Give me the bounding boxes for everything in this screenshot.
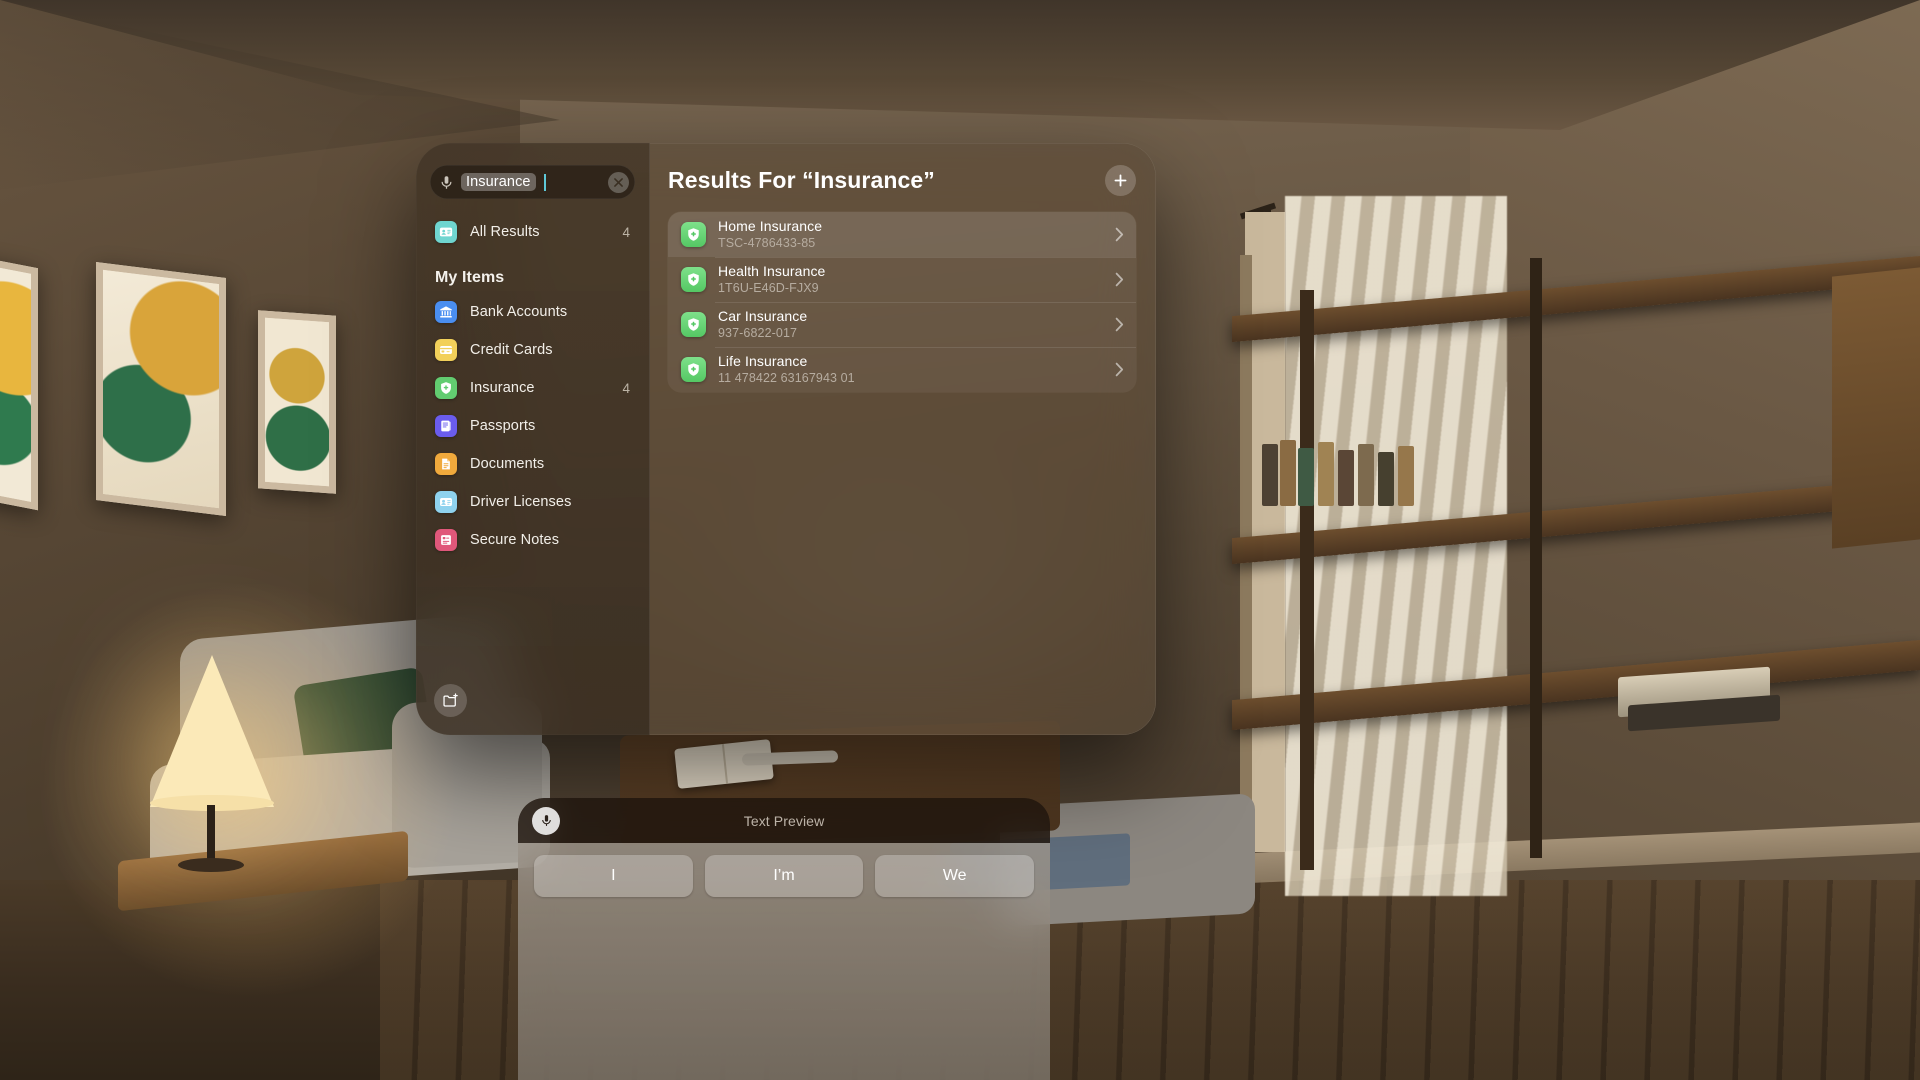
result-subtitle: 1T6U-E46D-FJX9 (718, 281, 819, 296)
sidebar-item-all-results[interactable]: All Results 4 (426, 213, 639, 251)
sidebar-item-label: Passports (470, 418, 536, 434)
virtual-keyboard: Text Preview I I’m We (518, 798, 1050, 1080)
sidebar-item-secure-notes[interactable]: Secure Notes (426, 521, 639, 559)
sidebar-item-driver-licenses[interactable]: Driver Licenses (426, 483, 639, 521)
table-row[interactable]: Health Insurance 1T6U-E46D-FJX9 (668, 257, 1136, 302)
results-panel: Results For “Insurance” Home Insurance T… (650, 143, 1156, 735)
contact-card-icon (435, 221, 457, 243)
book (1262, 444, 1278, 506)
credit-card-icon (435, 339, 457, 361)
sidebar-item-insurance[interactable]: Insurance 4 (426, 369, 639, 407)
result-name: Health Insurance (718, 262, 826, 279)
microphone-icon[interactable] (439, 175, 454, 190)
book (1378, 452, 1394, 506)
sidebar-item-label: Driver Licenses (470, 494, 572, 510)
sidebar-items-list: Bank Accounts Credit Cards Insurance 4 P… (416, 293, 649, 559)
suggestion-button[interactable]: I (534, 855, 693, 897)
search-field[interactable]: Insurance (430, 165, 635, 199)
lamp-shade (150, 655, 274, 811)
sidebar-item-credit-cards[interactable]: Credit Cards (426, 331, 639, 369)
wall-art-3 (258, 310, 336, 494)
sidebar-item-label: All Results (470, 224, 540, 240)
chevron-right-icon (1115, 317, 1124, 332)
sidebar: Insurance All Results 4 My Items Bank Ac… (416, 143, 650, 735)
document-icon (435, 453, 457, 475)
book (1280, 440, 1296, 506)
sidebar-item-passports[interactable]: Passports (426, 407, 639, 445)
bookshelf-post-right (1530, 258, 1542, 858)
sidebar-item-bank-accounts[interactable]: Bank Accounts (426, 293, 639, 331)
book (1298, 448, 1314, 506)
table-row[interactable]: Car Insurance 937-6822-017 (668, 302, 1136, 347)
chevron-right-icon (1115, 272, 1124, 287)
bookshelf-post-left (1300, 290, 1314, 870)
sidebar-item-label: Bank Accounts (470, 304, 568, 320)
sidebar-item-label: Secure Notes (470, 532, 560, 548)
result-subtitle: 937-6822-017 (718, 326, 798, 341)
app-window: Insurance All Results 4 My Items Bank Ac… (416, 143, 1156, 735)
text-caret (543, 173, 546, 191)
results-header: Results For “Insurance” (668, 165, 1136, 196)
bookshelf-panel (1832, 267, 1920, 549)
book (1398, 446, 1414, 506)
bookshelf (1232, 255, 1920, 878)
result-subtitle: TSC-4786433-85 (718, 236, 816, 251)
wall-art-1 (0, 255, 38, 511)
shield-plus-icon (681, 312, 706, 337)
sidebar-item-documents[interactable]: Documents (426, 445, 639, 483)
sidebar-item-label: Credit Cards (470, 342, 553, 358)
suggestion-button[interactable]: We (875, 855, 1035, 897)
text-preview-bar: Text Preview (518, 798, 1050, 843)
suggestion-row: I I’m We (534, 855, 1035, 897)
table-row[interactable]: Life Insurance 11 478422 63167943 01 (668, 347, 1136, 392)
sidebar-section-title: My Items (435, 269, 505, 286)
lamp-stem (207, 805, 215, 863)
microphone-icon (541, 815, 551, 826)
result-name: Car Insurance (718, 307, 808, 324)
results-list: Home Insurance TSC-4786433-85 Health Ins… (668, 212, 1136, 392)
wall-art-2 (96, 262, 226, 516)
search-input-value[interactable]: Insurance (461, 173, 536, 191)
book (1358, 444, 1374, 506)
new-folder-icon (443, 693, 458, 707)
suggestion-button[interactable]: I’m (704, 855, 864, 897)
book (1318, 442, 1334, 506)
shield-plus-icon (681, 357, 706, 382)
result-name: Life Insurance (718, 352, 808, 369)
table-row[interactable]: Home Insurance TSC-4786433-85 (668, 212, 1136, 257)
shield-plus-icon (435, 377, 457, 399)
dictation-button[interactable] (532, 806, 560, 835)
sidebar-item-count: 4 (622, 224, 630, 240)
lamp-base (178, 858, 244, 872)
new-folder-button[interactable] (434, 684, 467, 717)
bank-icon (435, 301, 457, 323)
plus-icon (1114, 174, 1127, 187)
sidebar-item-label: Documents (470, 456, 545, 472)
id-card-icon (435, 491, 457, 513)
chevron-right-icon (1115, 362, 1124, 377)
result-subtitle: 11 478422 63167943 01 (718, 371, 855, 386)
keyboard-body: I I’m We (518, 843, 1050, 1080)
text-preview-placeholder: Text Preview (743, 812, 825, 829)
book (1338, 450, 1354, 506)
sidebar-nav: All Results 4 (416, 199, 649, 251)
shield-plus-icon (681, 267, 706, 292)
passport-book-icon (435, 415, 457, 437)
clear-search-button[interactable] (608, 171, 629, 193)
chevron-right-icon (1115, 227, 1124, 242)
secure-note-icon (435, 529, 457, 551)
sidebar-item-count: 4 (622, 380, 630, 396)
result-name: Home Insurance (718, 217, 823, 234)
sidebar-item-label: Insurance (470, 380, 535, 396)
add-item-button[interactable] (1105, 165, 1136, 196)
page-title: Results For “Insurance” (668, 167, 935, 193)
shield-plus-icon (681, 222, 706, 247)
